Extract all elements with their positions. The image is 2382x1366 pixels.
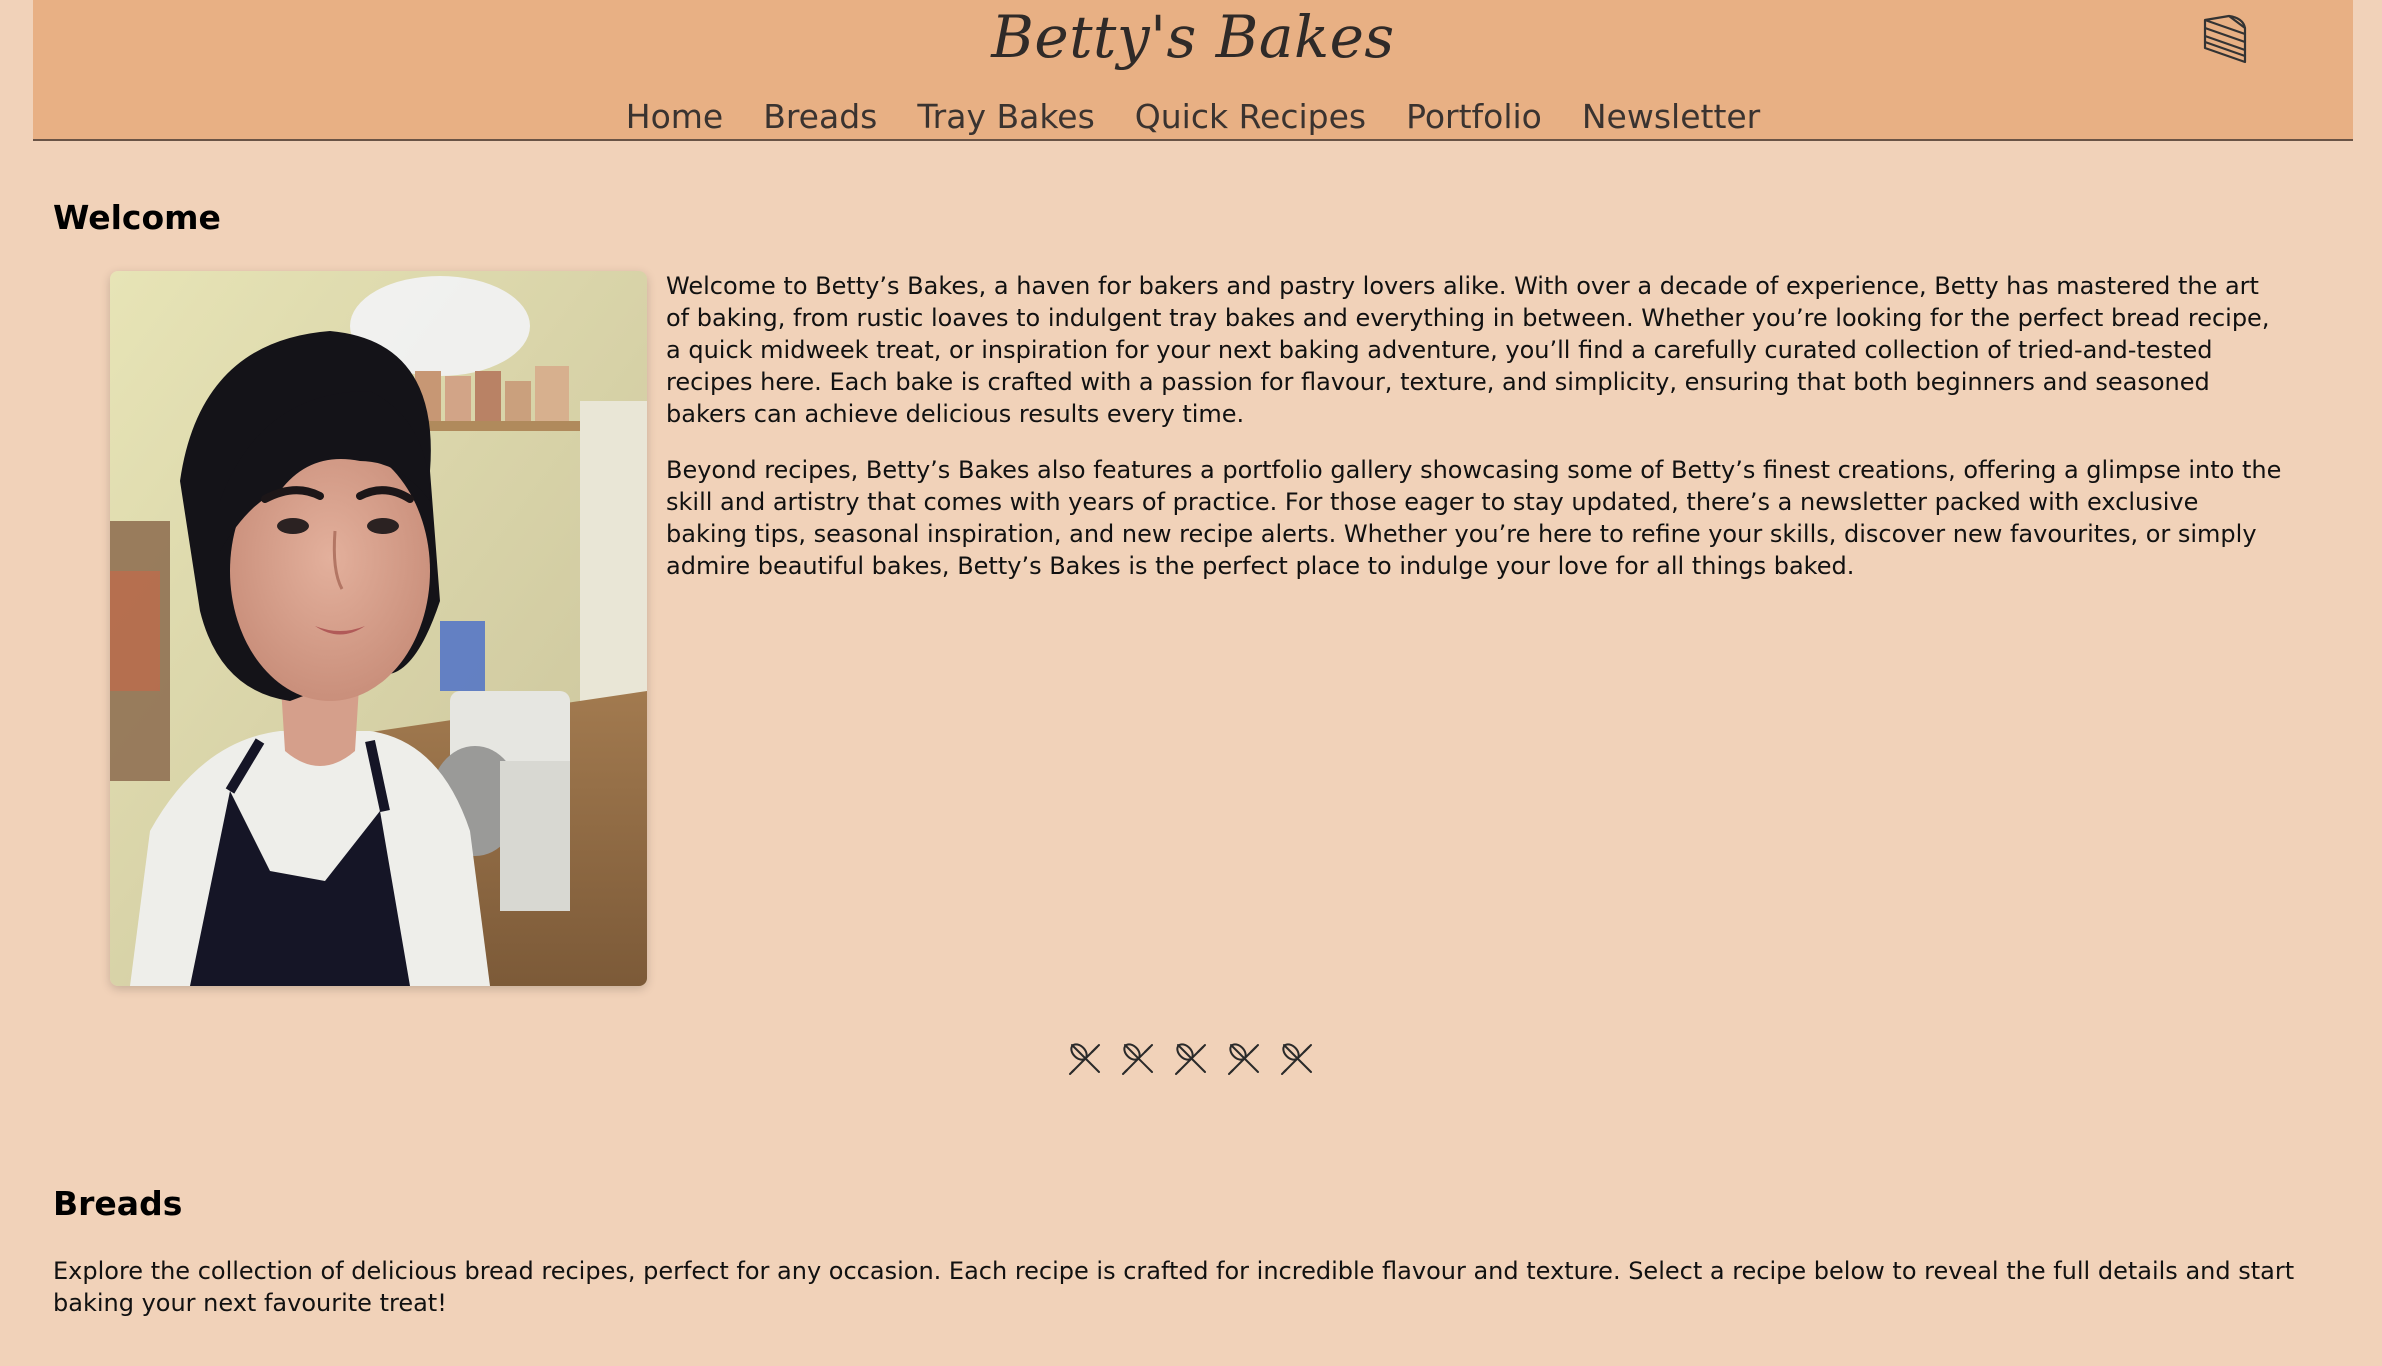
breads-description: Explore the collection of delicious brea… [53, 1257, 2295, 1317]
nav-breads[interactable]: Breads [763, 88, 877, 146]
welcome-heading: Welcome [53, 198, 221, 237]
breads-heading: Breads [53, 1184, 183, 1223]
nav-newsletter[interactable]: Newsletter [1582, 88, 1760, 146]
whisk-rolling-pin-icon [1174, 1043, 1206, 1075]
whisk-rolling-pin-icon [1121, 1043, 1153, 1075]
page: Betty's Bakes Home Breads Tray Bakes Qui… [0, 0, 2382, 1366]
nav-tray-bakes[interactable]: Tray Bakes [917, 88, 1094, 146]
welcome-paragraph: Beyond recipes, Betty’s Bakes also featu… [666, 456, 2282, 580]
main-nav: Home Breads Tray Bakes Quick Recipes Por… [33, 88, 2353, 146]
whisk-rolling-pin-icon [1227, 1043, 1259, 1075]
nav-quick-recipes[interactable]: Quick Recipes [1135, 88, 1366, 146]
site-header: Betty's Bakes Home Breads Tray Bakes Qui… [33, 0, 2353, 141]
welcome-intro: Welcome to Betty’s Bakes, a haven for ba… [666, 270, 2286, 606]
whisk-rolling-pin-icon [1280, 1043, 1312, 1075]
cake-slice-icon[interactable] [2199, 10, 2249, 68]
portrait-illustration [110, 271, 647, 986]
site-brand[interactable]: Betty's Bakes [33, 0, 2353, 74]
whisk-rolling-pin-icon [1068, 1043, 1100, 1075]
nav-portfolio[interactable]: Portfolio [1406, 88, 1542, 146]
nav-home[interactable]: Home [626, 88, 723, 146]
welcome-paragraph: Welcome to Betty’s Bakes, a haven for ba… [666, 272, 2270, 428]
section-divider [0, 1040, 2382, 1077]
betty-portrait-photo [110, 271, 647, 986]
